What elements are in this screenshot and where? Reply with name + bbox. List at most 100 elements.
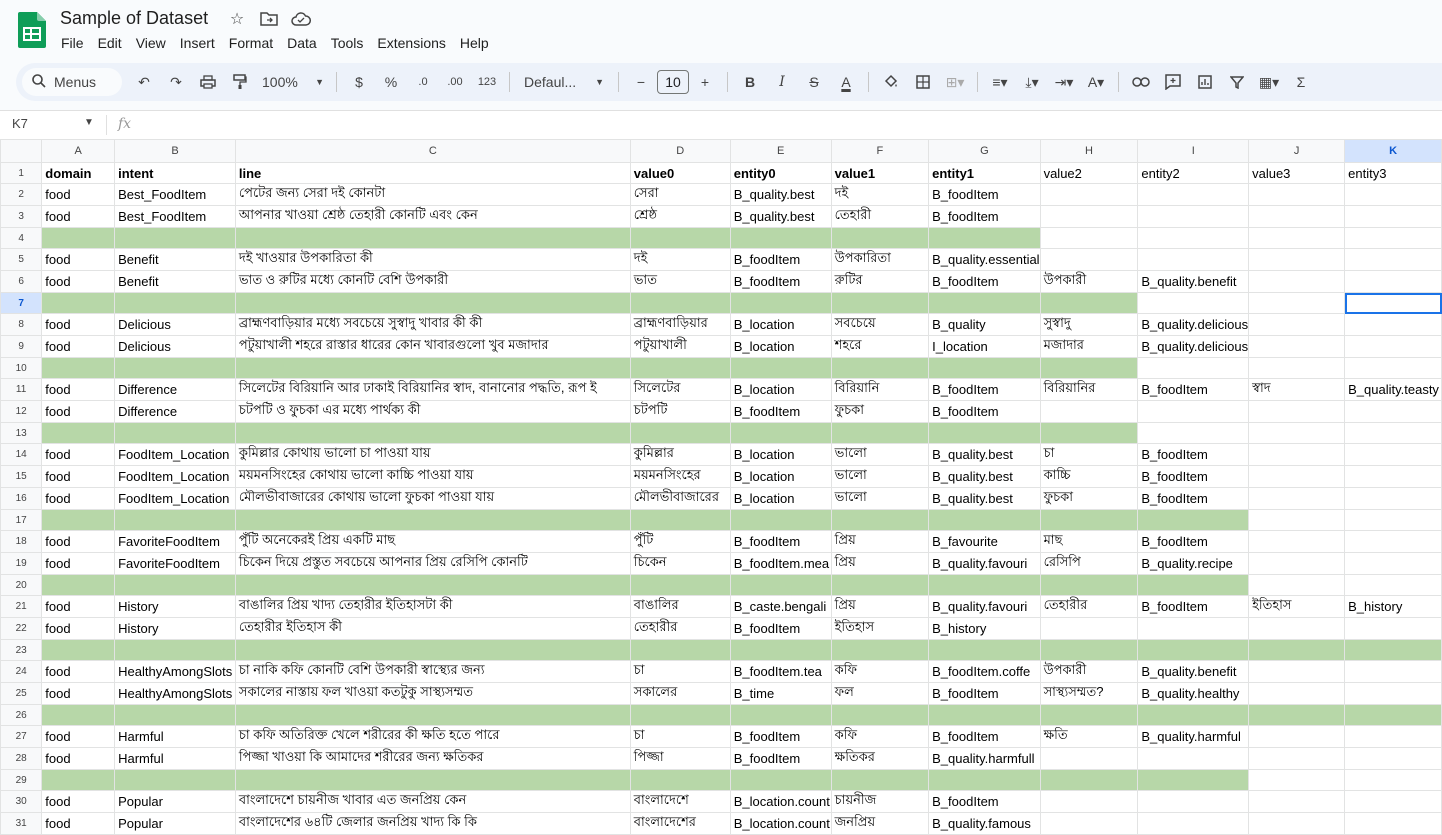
cell[interactable] <box>1137 574 1250 596</box>
cell[interactable]: প্রিয় <box>830 595 930 618</box>
cell[interactable]: B_quality.best <box>928 487 1041 510</box>
cell[interactable]: Popular <box>114 790 236 813</box>
chevron-down-icon[interactable]: ▼ <box>84 117 94 128</box>
cell[interactable]: ভালো <box>830 465 930 488</box>
cell[interactable] <box>1248 769 1346 791</box>
cell[interactable] <box>1344 227 1442 249</box>
cell[interactable]: সকালের <box>629 682 731 705</box>
cell[interactable] <box>234 704 631 726</box>
cell[interactable] <box>1248 183 1346 206</box>
column-header[interactable]: E <box>729 139 832 163</box>
cell[interactable] <box>928 639 1041 661</box>
cell[interactable] <box>830 639 930 661</box>
cell[interactable]: FavoriteFoodItem <box>114 552 236 575</box>
column-header[interactable]: A <box>41 139 116 163</box>
cell[interactable] <box>1137 292 1250 314</box>
cell[interactable]: চটপটি ও ফুচকা এর মধ্যে পার্থক্য কী <box>234 400 631 423</box>
cell[interactable]: B_foodItem <box>1137 487 1250 510</box>
cell[interactable]: food <box>41 270 116 293</box>
text-color-button[interactable]: A <box>832 68 860 96</box>
cell[interactable] <box>1248 422 1346 444</box>
search-menus-button[interactable]: Menus <box>22 68 122 96</box>
cell[interactable]: Benefit <box>114 248 236 271</box>
cell[interactable]: সেরা <box>629 183 731 206</box>
cell[interactable]: B_quality.delicious <box>1137 313 1250 336</box>
cell[interactable] <box>729 292 832 314</box>
cell[interactable]: সুস্বাদু <box>1039 313 1139 336</box>
cell[interactable] <box>1344 270 1442 293</box>
cell[interactable] <box>629 357 731 379</box>
select-all-corner[interactable] <box>0 139 43 163</box>
cell[interactable] <box>1039 747 1139 770</box>
cell[interactable] <box>234 509 631 531</box>
cell[interactable]: B_favourite <box>928 530 1041 553</box>
document-title[interactable]: Sample of Dataset <box>60 8 208 29</box>
cell[interactable] <box>1344 183 1442 206</box>
vertical-align-icon[interactable]: ⤓▾ <box>1018 68 1046 96</box>
row-header[interactable]: 18 <box>0 530 43 553</box>
cell[interactable]: B_quality.recipe <box>1137 552 1250 575</box>
horizontal-align-icon[interactable]: ≡▾ <box>986 68 1014 96</box>
cell[interactable] <box>928 227 1041 249</box>
cell[interactable]: মৌলভীবাজারের কোথায় ভালো ফুচকা পাওয়া যা… <box>234 487 631 510</box>
cell[interactable]: Delicious <box>114 335 236 358</box>
cell[interactable] <box>41 422 116 444</box>
menu-tools[interactable]: Tools <box>324 33 371 53</box>
cell[interactable]: B_foodItem <box>928 682 1041 705</box>
cell[interactable]: পুঁটি অনেকেরই প্রিয় একটি মাছ <box>234 530 631 553</box>
cell[interactable] <box>729 422 832 444</box>
cell[interactable]: ব্রাহ্মণবাড়িয়ার <box>629 313 731 336</box>
row-header[interactable]: 23 <box>0 639 43 661</box>
menu-data[interactable]: Data <box>280 33 324 53</box>
cell[interactable] <box>729 357 832 379</box>
cell[interactable]: B_foodItem <box>928 270 1041 293</box>
cell[interactable]: entity2 <box>1137 162 1250 184</box>
cell[interactable] <box>1344 465 1442 488</box>
cell[interactable] <box>729 769 832 791</box>
cell[interactable]: B_quality.benefit <box>1137 660 1250 683</box>
cell[interactable] <box>1248 552 1346 575</box>
cell[interactable] <box>114 704 236 726</box>
cell[interactable] <box>1039 790 1139 813</box>
cell[interactable]: B_foodItem <box>1137 595 1250 618</box>
cell[interactable]: value0 <box>629 162 731 184</box>
row-header[interactable]: 9 <box>0 335 43 358</box>
cell[interactable] <box>1344 769 1442 791</box>
cell[interactable]: B_quality.famous <box>928 812 1041 835</box>
cell[interactable]: food <box>41 487 116 510</box>
cell[interactable] <box>729 509 832 531</box>
merge-cells-icon[interactable]: ⊞▾ <box>941 68 969 96</box>
cell[interactable]: B_foodItem <box>928 725 1041 748</box>
cell[interactable]: food <box>41 183 116 206</box>
cell[interactable]: value1 <box>830 162 930 184</box>
cell[interactable] <box>1137 357 1250 379</box>
cell[interactable]: দই <box>629 248 731 271</box>
cell[interactable]: উপকারী <box>1039 660 1139 683</box>
cell[interactable]: food <box>41 400 116 423</box>
menu-view[interactable]: View <box>129 33 173 53</box>
cell[interactable]: food <box>41 617 116 640</box>
cell[interactable]: B_foodItem <box>928 400 1041 423</box>
cell[interactable]: প্রিয় <box>830 530 930 553</box>
cell[interactable]: মজাদার <box>1039 335 1139 358</box>
cell[interactable]: উপকারী <box>1039 270 1139 293</box>
cell[interactable] <box>1137 422 1250 444</box>
cell[interactable]: entity1 <box>928 162 1041 184</box>
cell[interactable] <box>1039 205 1139 228</box>
cell[interactable] <box>114 574 236 596</box>
cell[interactable] <box>1137 227 1250 249</box>
cell[interactable]: চায়নীজ <box>830 790 930 813</box>
cell[interactable]: রুটির <box>830 270 930 293</box>
cell[interactable] <box>1039 812 1139 835</box>
cell[interactable]: B_quality.favouri <box>928 595 1041 618</box>
cell[interactable]: সিলেটের <box>629 378 731 401</box>
cell[interactable] <box>1248 205 1346 228</box>
cell[interactable] <box>729 227 832 249</box>
cell[interactable] <box>41 574 116 596</box>
number-format-button[interactable]: 123 <box>473 68 501 96</box>
currency-format-button[interactable]: $ <box>345 68 373 96</box>
cell[interactable] <box>1039 227 1139 249</box>
paint-format-icon[interactable] <box>226 68 254 96</box>
cell[interactable]: ভাত ও রুটির মধ্যে কোনটি বেশি উপকারী <box>234 270 631 293</box>
cell[interactable] <box>928 292 1041 314</box>
